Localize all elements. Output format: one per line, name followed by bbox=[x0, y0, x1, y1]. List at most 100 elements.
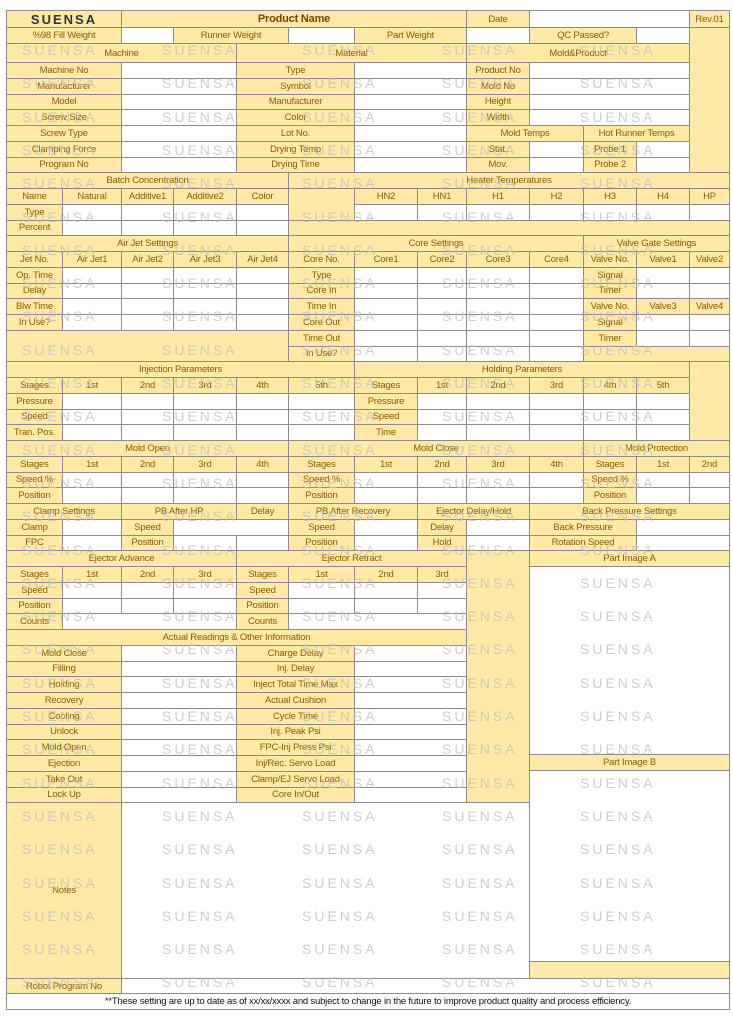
input-cell[interactable] bbox=[689, 203, 730, 221]
input-cell[interactable] bbox=[466, 314, 530, 331]
input-cell[interactable] bbox=[417, 424, 467, 441]
input-cell[interactable] bbox=[354, 62, 467, 79]
input-cell[interactable] bbox=[236, 314, 289, 331]
input-cell[interactable] bbox=[529, 140, 584, 158]
input-cell[interactable] bbox=[354, 140, 467, 158]
input-cell[interactable] bbox=[121, 77, 237, 95]
input-cell[interactable] bbox=[529, 487, 584, 504]
input-cell[interactable] bbox=[354, 739, 467, 756]
input-cell[interactable] bbox=[121, 755, 237, 772]
notes-input[interactable] bbox=[121, 802, 530, 979]
input-cell[interactable] bbox=[636, 314, 690, 331]
input-cell[interactable] bbox=[529, 109, 690, 126]
part-image-b-area[interactable] bbox=[529, 770, 730, 962]
input-cell[interactable] bbox=[466, 424, 530, 441]
input-cell[interactable] bbox=[636, 487, 690, 504]
input-cell[interactable] bbox=[62, 219, 122, 237]
input-cell[interactable] bbox=[173, 203, 237, 221]
fill-weight-input[interactable] bbox=[121, 27, 174, 44]
input-cell[interactable] bbox=[583, 203, 637, 221]
input-cell[interactable] bbox=[173, 282, 237, 300]
input-cell[interactable] bbox=[529, 424, 584, 441]
input-cell[interactable] bbox=[529, 156, 584, 174]
input-cell[interactable] bbox=[636, 392, 690, 410]
input-cell[interactable] bbox=[288, 392, 355, 410]
input-cell[interactable] bbox=[354, 298, 418, 315]
input-cell[interactable] bbox=[121, 282, 174, 300]
input-cell[interactable] bbox=[417, 597, 467, 615]
input-cell[interactable] bbox=[354, 156, 467, 174]
input-cell[interactable] bbox=[583, 408, 637, 426]
input-cell[interactable] bbox=[354, 109, 467, 126]
input-cell[interactable] bbox=[173, 298, 237, 315]
input-cell[interactable] bbox=[636, 534, 730, 552]
part-image-a-area[interactable] bbox=[529, 566, 730, 755]
input-cell[interactable] bbox=[466, 518, 530, 536]
input-cell[interactable] bbox=[417, 282, 467, 300]
input-cell[interactable] bbox=[62, 424, 122, 441]
input-cell[interactable] bbox=[121, 471, 174, 489]
input-cell[interactable] bbox=[62, 203, 122, 221]
input-cell[interactable] bbox=[636, 156, 690, 174]
input-cell[interactable] bbox=[636, 518, 730, 536]
input-cell[interactable] bbox=[583, 392, 637, 410]
input-cell[interactable] bbox=[121, 487, 174, 504]
input-cell[interactable] bbox=[417, 298, 467, 315]
input-cell[interactable] bbox=[636, 408, 690, 426]
input-cell[interactable] bbox=[354, 77, 467, 95]
input-cell[interactable] bbox=[466, 408, 530, 426]
input-cell[interactable] bbox=[62, 487, 122, 504]
input-cell[interactable] bbox=[173, 424, 237, 441]
input-cell[interactable] bbox=[354, 314, 418, 331]
input-cell[interactable] bbox=[173, 392, 237, 410]
input-cell[interactable] bbox=[236, 282, 289, 300]
input-cell[interactable] bbox=[466, 298, 530, 315]
input-cell[interactable] bbox=[529, 471, 584, 489]
input-cell[interactable] bbox=[173, 266, 237, 284]
input-cell[interactable] bbox=[62, 266, 122, 284]
input-cell[interactable] bbox=[466, 487, 530, 504]
input-cell[interactable] bbox=[288, 408, 355, 426]
input-cell[interactable] bbox=[354, 723, 467, 741]
input-cell[interactable] bbox=[466, 282, 530, 300]
input-cell[interactable] bbox=[121, 581, 174, 599]
input-cell[interactable] bbox=[636, 424, 690, 441]
input-cell[interactable] bbox=[236, 392, 289, 410]
input-cell[interactable] bbox=[354, 755, 467, 772]
input-cell[interactable] bbox=[354, 644, 467, 662]
input-cell[interactable] bbox=[689, 487, 730, 504]
input-cell[interactable] bbox=[121, 723, 237, 741]
input-cell[interactable] bbox=[636, 266, 690, 284]
input-cell[interactable] bbox=[62, 534, 122, 552]
input-cell[interactable] bbox=[121, 266, 174, 284]
input-cell[interactable] bbox=[354, 786, 467, 804]
qc-passed-input[interactable] bbox=[636, 27, 690, 44]
input-cell[interactable] bbox=[236, 471, 289, 489]
input-cell[interactable] bbox=[354, 707, 467, 725]
input-cell[interactable] bbox=[529, 266, 584, 284]
input-cell[interactable] bbox=[173, 518, 289, 536]
input-cell[interactable] bbox=[121, 298, 174, 315]
input-cell[interactable] bbox=[173, 581, 237, 599]
input-cell[interactable] bbox=[236, 534, 289, 552]
input-cell[interactable] bbox=[466, 345, 530, 363]
input-cell[interactable] bbox=[173, 487, 237, 504]
input-cell[interactable] bbox=[121, 707, 237, 725]
input-cell[interactable] bbox=[689, 282, 730, 300]
input-cell[interactable] bbox=[417, 408, 467, 426]
input-cell[interactable] bbox=[121, 93, 237, 111]
input-cell[interactable] bbox=[173, 471, 237, 489]
input-cell[interactable] bbox=[62, 282, 122, 300]
input-cell[interactable] bbox=[121, 424, 174, 441]
input-cell[interactable] bbox=[417, 266, 467, 284]
input-cell[interactable] bbox=[529, 203, 584, 221]
input-cell[interactable] bbox=[417, 203, 467, 221]
input-cell[interactable] bbox=[236, 203, 289, 221]
input-cell[interactable] bbox=[354, 676, 467, 693]
input-cell[interactable] bbox=[121, 140, 237, 158]
input-cell[interactable] bbox=[689, 314, 730, 331]
input-cell[interactable] bbox=[121, 156, 237, 174]
input-cell[interactable] bbox=[466, 392, 530, 410]
input-cell[interactable] bbox=[354, 471, 418, 489]
input-cell[interactable] bbox=[354, 534, 418, 552]
